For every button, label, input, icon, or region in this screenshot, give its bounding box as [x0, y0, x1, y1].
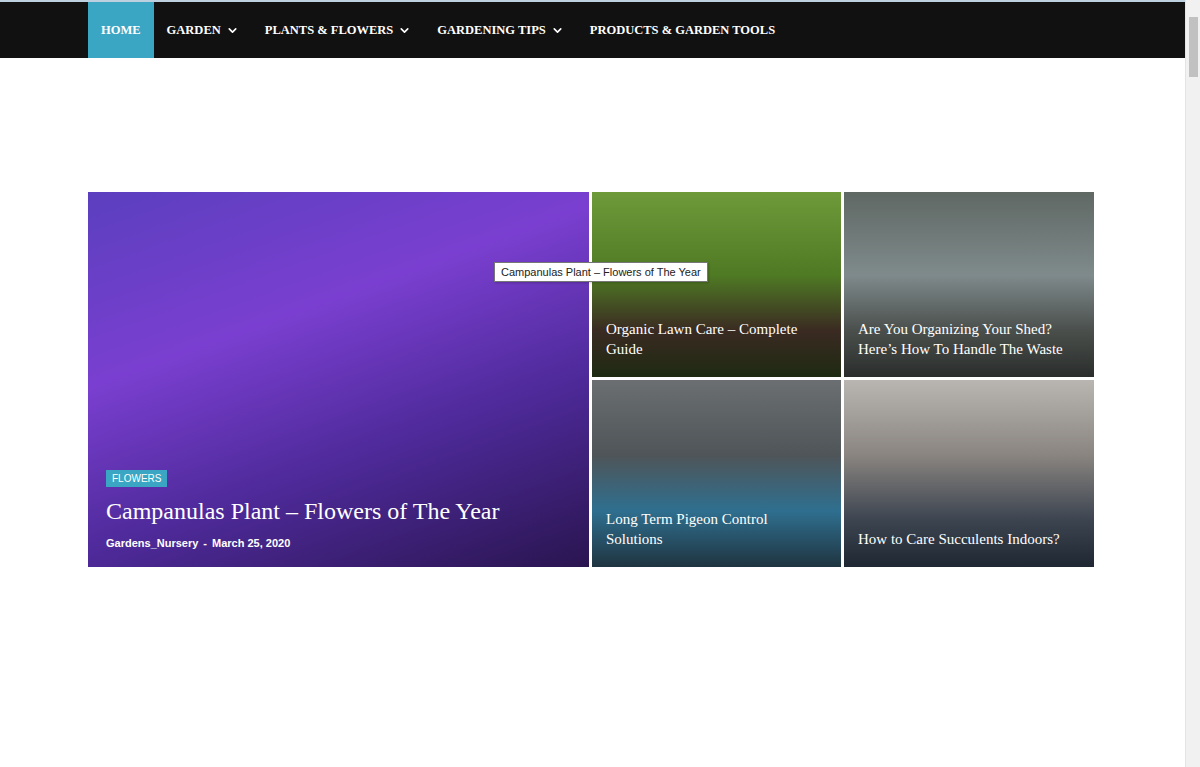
chevron-down-icon: [398, 24, 411, 37]
post-card[interactable]: How to Care Succulents Indoors?: [844, 380, 1094, 567]
category-tag[interactable]: FLOWERS: [106, 470, 167, 487]
author[interactable]: Gardens_Nursery: [106, 537, 198, 549]
post-card[interactable]: Are You Organizing Your Shed? Here’s How…: [844, 192, 1094, 377]
chevron-down-icon: [226, 24, 239, 37]
nav-item[interactable]: HOME: [88, 2, 154, 58]
content: FLOWERS Campanulas Plant – Flowers of The…: [0, 58, 1185, 567]
post-title[interactable]: How to Care Succulents Indoors?: [858, 529, 1080, 549]
scrollbar-thumb[interactable]: [1189, 17, 1198, 77]
post-title[interactable]: Long Term Pigeon Control Solutions: [606, 509, 827, 549]
featured-card[interactable]: FLOWERS Campanulas Plant – Flowers of The…: [88, 192, 589, 567]
nav-item[interactable]: PRODUCTS & GARDEN TOOLS: [577, 2, 788, 58]
post-card[interactable]: Long Term Pigeon Control Solutions: [592, 380, 841, 567]
date: March 25, 2020: [212, 537, 290, 549]
post-title[interactable]: Are You Organizing Your Shed? Here’s How…: [858, 319, 1080, 359]
post-grid: FLOWERS Campanulas Plant – Flowers of The…: [88, 192, 1185, 567]
main: HOMEGARDENPLANTS & FLOWERSGARDENING TIPS…: [0, 0, 1185, 767]
post-meta: Gardens_Nursery-March 25, 2020: [106, 537, 571, 549]
nav-bar: HOMEGARDENPLANTS & FLOWERSGARDENING TIPS…: [0, 0, 1185, 58]
tooltip: Campanulas Plant – Flowers of The Year: [494, 262, 708, 282]
meta-separator: -: [203, 537, 207, 549]
post-title[interactable]: Organic Lawn Care – Complete Guide: [606, 319, 827, 359]
featured-title[interactable]: Campanulas Plant – Flowers of The Year: [106, 495, 526, 527]
chevron-down-icon: [551, 24, 564, 37]
scrollbar[interactable]: [1185, 0, 1200, 767]
nav-item[interactable]: GARDENING TIPS: [424, 2, 576, 58]
post-card[interactable]: Organic Lawn Care – Complete Guide: [592, 192, 841, 377]
nav-item[interactable]: GARDEN: [154, 2, 252, 58]
page: HOMEGARDENPLANTS & FLOWERSGARDENING TIPS…: [0, 0, 1200, 767]
nav-item[interactable]: PLANTS & FLOWERS: [252, 2, 425, 58]
